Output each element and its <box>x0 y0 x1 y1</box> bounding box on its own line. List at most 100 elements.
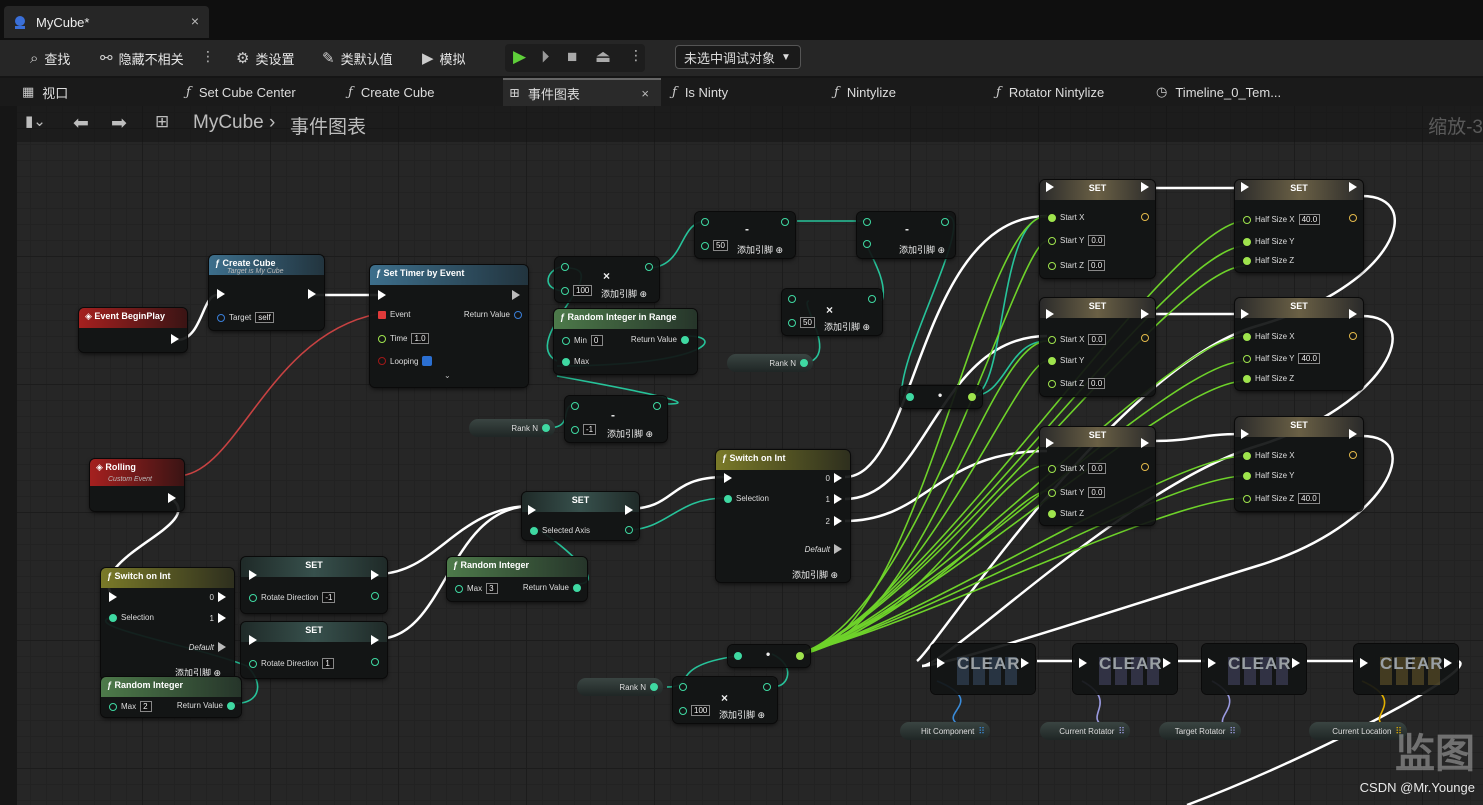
output-pin[interactable] <box>781 218 789 226</box>
half-size-y-pin[interactable]: Half Size Y 40.0 <box>1243 353 1321 364</box>
start-y-value[interactable]: 0.0 <box>1088 487 1106 498</box>
find-button[interactable]: ⌕ 查找 <box>30 46 70 70</box>
input-pin[interactable]: 100 <box>561 285 593 296</box>
input-pin[interactable] <box>679 683 687 691</box>
exec-in-pin[interactable] <box>1046 309 1054 319</box>
max-pin[interactable]: Max 2 <box>109 701 153 712</box>
output-pin[interactable] <box>1141 213 1149 221</box>
add-pin-button[interactable]: 添加引脚 ⊕ <box>824 320 870 333</box>
exec-out-pin[interactable] <box>168 493 176 503</box>
current-location-variable[interactable]: Current Location ⠿ <box>1309 722 1407 740</box>
exec-in-pin[interactable] <box>217 289 225 299</box>
set-timer-node[interactable]: ƒ Set Timer by Event Event Return Value … <box>370 265 528 387</box>
half-size-x-pin[interactable]: Half Size X 40.0 <box>1243 214 1321 225</box>
return-value-pin[interactable]: Return Value <box>631 335 689 344</box>
case-1-pin[interactable]: 1 <box>210 613 226 623</box>
exec-in-pin[interactable] <box>109 592 117 602</box>
target-rotator-variable[interactable]: Target Rotator ⠿ <box>1159 722 1241 740</box>
input-value[interactable]: 50 <box>800 317 815 328</box>
start-z-value[interactable]: 0.0 <box>1088 378 1106 389</box>
exec-in-pin[interactable] <box>724 473 732 483</box>
max-pin[interactable]: Max 3 <box>455 583 499 594</box>
exec-out-pin[interactable] <box>171 334 179 344</box>
breadcrumb-root[interactable]: MyCube <box>193 112 264 134</box>
start-y-value[interactable]: 0.0 <box>1088 235 1106 246</box>
current-rotator-variable[interactable]: Current Rotator ⠿ <box>1040 722 1130 740</box>
set-half-size-node[interactable]: SET Half Size X Half Size Y 40.0 Half Siz… <box>1235 298 1363 390</box>
bookmark-icon[interactable]: ▮⌄ <box>25 112 46 130</box>
tab-create-cube[interactable]: ƒ Create Cube <box>348 78 498 106</box>
start-y-pin[interactable]: Start Y 0.0 <box>1048 235 1106 246</box>
set-half-size-node[interactable]: SET Half Size X Half Size Y Half Size Z4… <box>1235 417 1363 511</box>
exec-out-pin[interactable] <box>1141 182 1149 192</box>
document-tab[interactable]: MyCube* × <box>4 6 209 38</box>
add-pin-button[interactable]: 添加引脚 ⊕ <box>899 243 945 256</box>
exec-out-pin[interactable] <box>1141 438 1149 448</box>
input-pin[interactable] <box>734 652 742 660</box>
exec-out-pin[interactable] <box>1021 658 1029 668</box>
set-start-node[interactable]: SET Start X 0.0 Start Y 0.0 Start Z <box>1040 427 1155 525</box>
exec-in-pin[interactable] <box>937 658 945 668</box>
add-pin-button[interactable]: 添加引脚 ⊕ <box>601 287 647 300</box>
input-pin[interactable]: 50 <box>701 240 728 251</box>
stop-icon[interactable]: ■ <box>567 47 577 67</box>
clear-array-node[interactable]: CLEAR <box>1073 644 1177 694</box>
exec-in-pin[interactable] <box>1046 438 1054 448</box>
output-pin[interactable] <box>868 295 876 303</box>
set-start-node[interactable]: SET Start X 0.0 Start Y Start Z 0.0 <box>1040 298 1155 396</box>
half-size-z-pin[interactable]: Half Size Z 40.0 <box>1243 493 1320 504</box>
return-value-pin[interactable]: Return Value <box>177 701 235 710</box>
default-pin[interactable]: Default <box>189 642 226 652</box>
output-pin[interactable] <box>941 218 949 226</box>
exec-in-pin[interactable] <box>1208 658 1216 668</box>
case-0-pin[interactable]: 0 <box>826 473 842 483</box>
min-value[interactable]: 0 <box>590 335 603 346</box>
rank-n-variable[interactable]: Rank N <box>577 678 663 696</box>
expand-chevron-icon[interactable]: ⌄ <box>444 371 451 380</box>
start-y-pin[interactable]: Start Y 0.0 <box>1048 487 1106 498</box>
exec-in-pin[interactable] <box>1241 182 1249 192</box>
event-graph-canvas[interactable]: ▮⌄ ⬅ ➡ ⊞ MyCube › 事件图表 缩放-3 ◈ Event Begi… <box>17 106 1483 805</box>
exec-in-pin[interactable] <box>249 635 257 645</box>
tab-rotator-nintylize[interactable]: ƒ Rotator Nintylize <box>996 78 1146 106</box>
half-size-y-value[interactable]: 40.0 <box>1298 353 1321 364</box>
start-x-value[interactable]: 0.0 <box>1088 334 1106 345</box>
case-0-pin[interactable]: 0 <box>210 592 226 602</box>
looping-checkbox[interactable] <box>422 356 433 366</box>
switch-on-int-node[interactable]: ƒ Switch on Int 0 Selection 1 Default 添加… <box>101 568 234 680</box>
target-value[interactable]: self <box>255 312 274 323</box>
hit-component-variable[interactable]: Hit Component ⠿ <box>900 722 990 740</box>
looping-pin[interactable]: Looping <box>378 356 433 366</box>
max-value[interactable]: 3 <box>486 583 499 594</box>
set-rotate-direction-node[interactable]: SET Rotate Direction -1 <box>241 557 387 613</box>
output-pin[interactable] <box>1349 332 1357 340</box>
random-integer-node[interactable]: ƒ Random Integer Max 3 Return Value <box>447 557 587 601</box>
set-rotate-direction-node[interactable]: SET Rotate Direction 1 <box>241 622 387 678</box>
simulate-button[interactable]: ▶ 模拟 <box>422 46 466 70</box>
exec-out-pin[interactable] <box>371 635 379 645</box>
add-pin-button[interactable]: 添加引脚 ⊕ <box>719 708 765 721</box>
return-value-pin[interactable]: Return Value <box>464 310 522 319</box>
class-defaults-button[interactable]: ✎ 类默认值 <box>322 46 393 70</box>
return-value-pin[interactable]: Return Value <box>523 583 581 592</box>
tab-viewport[interactable]: ▦ 视口 <box>22 78 172 106</box>
half-size-x-value[interactable]: 40.0 <box>1298 214 1321 225</box>
multiply-node[interactable]: × 100 添加引脚 ⊕ <box>555 257 659 302</box>
half-size-x-pin[interactable]: Half Size X <box>1243 451 1295 460</box>
rotate-direction-value[interactable]: -1 <box>322 592 336 603</box>
exec-in-pin[interactable] <box>249 570 257 580</box>
close-icon[interactable]: × <box>191 13 199 29</box>
input-pin[interactable] <box>788 295 796 303</box>
event-beginplay-node[interactable]: ◈ Event BeginPlay <box>79 308 187 352</box>
set-selected-axis-node[interactable]: SET Selected Axis <box>522 492 639 540</box>
start-x-pin[interactable]: Start X 0.0 <box>1048 463 1106 474</box>
half-size-y-pin[interactable]: Half Size Y <box>1243 237 1294 246</box>
debug-object-select[interactable]: 未选中调试对象 ▼ <box>675 45 801 69</box>
max-value[interactable]: 2 <box>140 701 153 712</box>
time-value[interactable]: 1.0 <box>411 333 429 344</box>
exec-in-pin[interactable] <box>1079 658 1087 668</box>
target-pin[interactable]: Target self <box>217 312 274 323</box>
hide-unrelated-button[interactable]: ⚯ 隐藏不相关 <box>100 46 184 70</box>
rotate-direction-pin[interactable]: Rotate Direction -1 <box>249 592 336 603</box>
start-y-pin[interactable]: Start Y <box>1048 356 1084 365</box>
